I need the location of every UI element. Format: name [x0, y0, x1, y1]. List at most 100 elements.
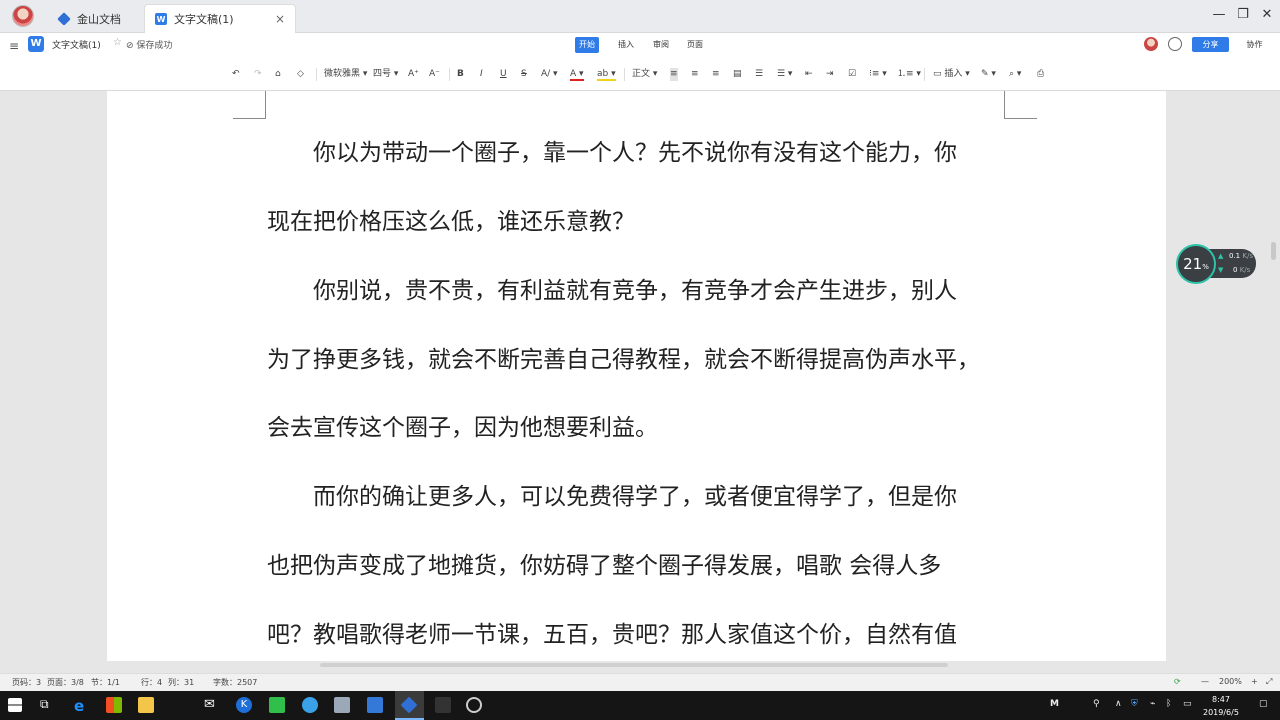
italic-icon[interactable]: I — [480, 68, 483, 81]
writer-logo-icon: W — [28, 36, 44, 52]
menu-start[interactable]: 开始 — [575, 37, 599, 53]
clock-date[interactable]: 2019/6/5 — [1203, 708, 1239, 717]
decrease-indent-icon[interactable]: ⇤ — [805, 68, 813, 81]
align-center-icon[interactable]: ≡ — [691, 68, 699, 81]
align-right-icon[interactable]: ≡ — [712, 68, 720, 81]
find-icon[interactable]: ⌕ ▾ — [1009, 68, 1021, 81]
zoom-out-icon[interactable]: — — [1201, 677, 1209, 686]
shrink-font-icon[interactable]: A⁻ — [429, 68, 440, 81]
sync-status-icon[interactable]: ⟳ — [1174, 677, 1181, 686]
document-line[interactable]: 你别说，贵不贵，有利益就有竞争，有竞争才会产生进步，别人 — [267, 276, 957, 306]
strikethrough-icon[interactable]: S — [521, 68, 527, 81]
hamburger-menu-icon[interactable]: ≡ — [9, 39, 19, 53]
line-spacing-icon[interactable]: ☰ ▾ — [777, 68, 792, 81]
collaborate-button[interactable]: 协作 — [1238, 37, 1271, 52]
superscript-icon[interactable]: A/ ▾ — [541, 68, 558, 81]
menu-insert[interactable]: 插入 — [614, 37, 638, 53]
people-icon[interactable]: ⚲ — [1093, 699, 1100, 709]
star-icon[interactable]: ☆ — [113, 37, 122, 48]
task-view-icon[interactable]: ⧉ — [40, 697, 56, 713]
kugou-icon[interactable]: K — [236, 697, 252, 713]
history-icon[interactable] — [1168, 37, 1182, 51]
insert-menu[interactable]: ▭ 插入 ▾ — [933, 68, 970, 81]
zoom-level[interactable]: 200% — [1219, 677, 1242, 686]
tab-label: 文字文稿(1) — [174, 13, 234, 26]
tab-kingsoft-docs[interactable]: 金山文档 — [48, 4, 144, 33]
mail-icon[interactable]: ✉ — [204, 697, 220, 713]
notifications-icon[interactable]: ▢ — [1259, 699, 1268, 709]
underline-icon[interactable]: U — [500, 68, 507, 81]
store-icon[interactable] — [106, 697, 122, 713]
bold-icon[interactable]: B — [457, 68, 464, 81]
page-margin-marker-left — [233, 91, 266, 119]
bullet-list-icon[interactable]: ⁝≡ ▾ — [869, 68, 887, 81]
document-line[interactable]: 吧？教唱歌得老师一节课，五百，贵吧？那人家值这个价，自然有值 — [267, 620, 957, 650]
redo-icon[interactable]: ↷ — [254, 68, 262, 81]
format-painter-icon[interactable]: ⌂ — [275, 68, 281, 81]
share-button[interactable]: 分享 — [1192, 37, 1229, 52]
tray-expand-icon[interactable]: ∧ — [1115, 699, 1122, 709]
page-number[interactable]: 页码：3 — [12, 677, 41, 688]
zoom-in-icon[interactable]: + — [1251, 677, 1258, 686]
clear-format-icon[interactable]: ◇ — [297, 68, 304, 81]
increase-indent-icon[interactable]: ⇥ — [826, 68, 834, 81]
highlight-icon[interactable]: ab ▾ — [597, 68, 616, 81]
app-icon[interactable] — [334, 697, 350, 713]
notepad-icon[interactable] — [367, 697, 383, 713]
bluetooth-icon[interactable]: ᛒ — [1166, 699, 1171, 709]
print-icon[interactable]: ⎙ — [1037, 68, 1044, 81]
word-count[interactable]: 字数：2507 — [213, 677, 257, 688]
menu-review[interactable]: 审阅 — [649, 37, 673, 53]
checkbox-list-icon[interactable]: ☑ — [848, 68, 856, 81]
toolbar-divider — [924, 68, 925, 81]
battery-icon[interactable]: ▭ — [1183, 699, 1192, 709]
grow-font-icon[interactable]: A⁺ — [408, 68, 419, 81]
memory-usage-gauge[interactable]: 21% — [1176, 244, 1216, 284]
document-line[interactable]: 现在把价格压这么低，谁还乐意教？ — [267, 207, 635, 237]
upload-arrow-icon: ▲ — [1218, 252, 1224, 260]
distributed-icon[interactable]: ☰ — [755, 68, 763, 81]
document-line[interactable]: 你以为带动一个圈子，靠一个人？先不说你有没有这个能力，你 — [267, 138, 957, 168]
font-size-select[interactable]: 四号 ▾ — [373, 68, 398, 81]
maximize-button[interactable]: ❐ — [1231, 5, 1255, 25]
numbered-list-icon[interactable]: ⒈≡ ▾ — [897, 68, 921, 81]
writer-doc-icon: W — [155, 13, 167, 25]
justify-icon[interactable]: ▤ — [733, 68, 742, 81]
windows-start-icon[interactable] — [8, 698, 22, 712]
page-count[interactable]: 页面：3/8 — [47, 677, 84, 688]
paragraph-style-select[interactable]: 正文 ▾ — [632, 68, 657, 81]
collaborator-avatar-icon[interactable] — [1144, 37, 1158, 51]
close-button[interactable]: ✕ — [1255, 5, 1279, 25]
document-line[interactable]: 而你的确让更多人，可以免费得学了，或者便宜得学了，但是你 — [267, 482, 957, 512]
document-line[interactable]: 也把伪声变成了地摊货，你妨碍了整个圈子得发展，唱歌 会得人多 — [267, 551, 941, 581]
edge-browser-icon[interactable]: e — [74, 697, 90, 715]
column-position: 列：31 — [168, 678, 195, 687]
tab-document[interactable]: W 文字文稿(1) × — [144, 4, 296, 33]
user-avatar-icon[interactable] — [12, 5, 34, 27]
document-line[interactable]: 会去宣传这个圈子，因为他想要利益。 — [267, 413, 658, 443]
section-count[interactable]: 节：1/1 — [91, 677, 120, 688]
ie-browser-icon[interactable] — [302, 697, 318, 713]
document-name[interactable]: 文字文稿(1) — [52, 38, 101, 51]
file-explorer-icon[interactable] — [138, 697, 154, 713]
tools-icon[interactable]: ✎ ▾ — [981, 68, 996, 81]
horizontal-scrollbar[interactable] — [320, 663, 948, 667]
obs-icon[interactable] — [466, 697, 482, 713]
menu-page[interactable]: 页面 — [683, 37, 707, 53]
ime-indicator[interactable]: M — [1050, 699, 1059, 709]
clock-time[interactable]: 8:47 — [1212, 695, 1230, 704]
document-line[interactable]: 为了挣更多钱，就会不断完善自己得教程，就会不断得提高伪声水平， — [267, 345, 980, 375]
close-tab-icon[interactable]: × — [275, 12, 285, 26]
undo-icon[interactable]: ↶ — [232, 68, 240, 81]
font-color-icon[interactable]: A ▾ — [570, 68, 584, 81]
vertical-scrollbar[interactable] — [1271, 242, 1276, 260]
minimize-button[interactable]: — — [1207, 5, 1231, 25]
app-icon[interactable] — [435, 697, 451, 713]
tab-label: 金山文档 — [77, 12, 121, 26]
fit-page-icon[interactable]: ⤢ — [1266, 677, 1272, 687]
network-icon[interactable]: ⌁ — [1150, 699, 1155, 709]
font-family-select[interactable]: 微软雅黑 ▾ — [324, 68, 367, 81]
security-shield-icon[interactable]: ⛨ — [1131, 699, 1138, 709]
align-left-icon[interactable]: ≡ — [670, 68, 678, 81]
iqiyi-icon[interactable] — [269, 697, 285, 713]
